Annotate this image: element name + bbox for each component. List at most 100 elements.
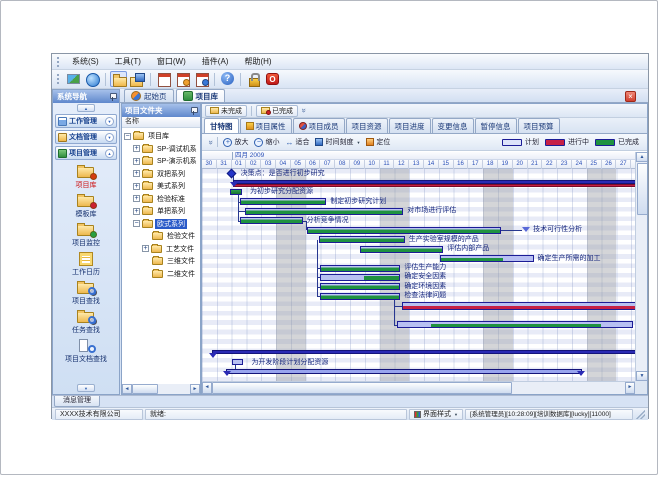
gantt-tool-放大[interactable]: +放大 <box>220 136 251 148</box>
toolbar-overflow-icon[interactable]: » <box>207 138 216 146</box>
scroll-up-icon[interactable]: ▲ <box>77 104 95 112</box>
menu-item[interactable]: 系统(S) <box>64 54 107 69</box>
sidebar-group-工作管理[interactable]: 工作管理▼ <box>55 114 117 128</box>
gantt-tab-项目成员[interactable]: 项目成员 <box>293 118 345 133</box>
sidebar-item-工作日历[interactable]: 工作日历 <box>55 251 117 279</box>
schedule-view-icon[interactable] <box>193 71 210 87</box>
scroll-thumb[interactable] <box>637 163 648 215</box>
scroll-thumb[interactable] <box>212 382 512 394</box>
gantt-tab-项目属性[interactable]: 项目属性 <box>240 118 292 133</box>
sidebar-item-模板库[interactable]: 模板库 <box>55 193 117 221</box>
menu-item[interactable]: 帮助(H) <box>236 54 279 69</box>
gantt-bar[interactable] <box>245 208 403 215</box>
menu-item[interactable]: 工具(T) <box>107 54 149 69</box>
sidebar-item-任务查找[interactable]: 任务查找 <box>55 309 117 337</box>
globe-icon[interactable] <box>84 71 101 87</box>
folder-monitor-icon[interactable] <box>129 71 146 87</box>
expand-plus-icon[interactable]: + <box>133 183 140 190</box>
tree-hscrollbar[interactable]: ◄ ► <box>122 384 200 394</box>
expand-plus-icon[interactable]: + <box>133 158 140 165</box>
expand-plus-icon[interactable]: + <box>142 245 149 252</box>
scroll-left-icon[interactable]: ◄ <box>122 384 132 394</box>
tree-item-检验文件[interactable]: 检验文件 <box>122 230 200 242</box>
interface-style-button[interactable]: 界面样式 ▼ <box>409 409 463 420</box>
expand-plus-icon[interactable]: + <box>133 170 140 177</box>
scroll-left-icon[interactable]: ◄ <box>202 382 212 394</box>
gantt-bar[interactable] <box>402 302 635 310</box>
doc-tab-起始页[interactable]: 起始页 <box>124 89 174 102</box>
tree-item-美式系列[interactable]: +美式系列 <box>122 180 200 192</box>
expand-plus-icon[interactable]: + <box>133 195 140 202</box>
scroll-thumb[interactable] <box>132 384 158 394</box>
collapse-minus-icon[interactable]: − <box>124 133 131 140</box>
gantt-bar[interactable] <box>230 189 242 195</box>
scroll-right-icon[interactable]: ► <box>190 384 200 394</box>
gantt-bar[interactable] <box>319 236 405 243</box>
tree-item-三维文件[interactable]: 三维文件 <box>122 255 200 267</box>
scroll-down-icon[interactable]: ▼ <box>636 371 648 381</box>
sidebar-item-项目文档查找[interactable]: 项目文档查找 <box>55 338 117 366</box>
sidebar-item-项目库[interactable]: 项目库 <box>55 164 117 192</box>
gantt-tab-项目进度[interactable]: 项目进度 <box>389 118 431 133</box>
pin-icon[interactable] <box>109 93 116 101</box>
gantt-tool-缩小[interactable]: −缩小 <box>251 136 282 148</box>
schedule-icon[interactable] <box>155 71 172 87</box>
gantt-bar[interactable] <box>320 274 400 281</box>
help-icon[interactable] <box>219 71 236 87</box>
collapse-minus-icon[interactable]: − <box>133 220 140 227</box>
filter-button-已完成[interactable]: 已完成 <box>256 105 298 117</box>
tree-item-SP-调试机系[interactable]: +SP-调试机系 <box>122 143 200 155</box>
gantt-bar[interactable] <box>320 293 400 300</box>
tree-column-header[interactable]: 名称 <box>122 117 200 128</box>
sidebar-item-项目监控[interactable]: 项目监控 <box>55 222 117 250</box>
chevron-down-icon[interactable]: ▼ <box>105 117 114 126</box>
chevron-down-icon[interactable]: ▼ <box>105 133 114 142</box>
gantt-tab-项目预算[interactable]: 项目预算 <box>518 118 560 133</box>
close-tab-button[interactable]: × <box>625 91 636 102</box>
gantt-bar[interactable] <box>232 359 244 365</box>
gantt-bar[interactable] <box>307 227 501 234</box>
gantt-bar[interactable] <box>440 255 533 262</box>
resize-grip[interactable] <box>635 409 645 419</box>
image-icon[interactable] <box>65 71 82 87</box>
sidebar-group-文档管理[interactable]: 文档管理▼ <box>55 130 117 144</box>
tree-item-工艺文件[interactable]: +工艺文件 <box>122 243 200 255</box>
doc-tab-项目库[interactable]: 项目库 <box>176 89 226 102</box>
schedule-edit-icon[interactable] <box>174 71 191 87</box>
gantt-tab-项目资源[interactable]: 项目资源 <box>346 118 388 133</box>
folder-icon[interactable] <box>110 71 127 87</box>
gantt-tool-时间刻度[interactable]: 时间刻度▼ <box>312 136 363 148</box>
summary-bar[interactable] <box>212 350 635 354</box>
gantt-bar[interactable] <box>397 321 632 328</box>
overflow-chevron-icon[interactable]: » <box>300 106 309 114</box>
gantt-tab-暂停信息[interactable]: 暂停信息 <box>475 118 517 133</box>
stop-icon[interactable] <box>264 71 281 87</box>
gantt-tab-甘特图[interactable]: 甘特图 <box>204 118 239 133</box>
tree-item-检验标准[interactable]: +检验标准 <box>122 193 200 205</box>
menu-item[interactable]: 插件(A) <box>194 54 237 69</box>
lock-icon[interactable] <box>245 71 262 87</box>
expand-plus-icon[interactable]: + <box>133 208 140 215</box>
gantt-tab-变更信息[interactable]: 变更信息 <box>432 118 474 133</box>
sidebar-item-项目查找[interactable]: 项目查找 <box>55 280 117 308</box>
summary-bar[interactable] <box>226 369 583 374</box>
scroll-down-icon[interactable]: ▼ <box>77 384 95 392</box>
gantt-bar[interactable] <box>360 246 443 253</box>
tree-item-SP-演示机系[interactable]: +SP-演示机系 <box>122 155 200 167</box>
gantt-hscrollbar[interactable]: ◄ ► <box>202 381 635 394</box>
message-management-tab[interactable]: 消息管理 <box>54 396 100 407</box>
gantt-bar[interactable] <box>240 198 326 205</box>
tree-item-单把系列[interactable]: +单把系列 <box>122 205 200 217</box>
gantt-bar[interactable] <box>320 265 400 272</box>
expand-plus-icon[interactable]: + <box>133 145 140 152</box>
tree-item-二维文件[interactable]: 二维文件 <box>122 268 200 280</box>
tree-item-欧式系列[interactable]: −欧式系列 <box>122 218 200 230</box>
gantt-bar[interactable] <box>320 283 400 290</box>
pin-icon[interactable] <box>190 107 197 115</box>
sidebar-group-项目管理[interactable]: 项目管理▲ <box>55 146 117 160</box>
chevron-up-icon[interactable]: ▲ <box>105 149 114 158</box>
menu-item[interactable]: 窗口(W) <box>149 54 194 69</box>
tree-item-双把系列[interactable]: +双把系列 <box>122 168 200 180</box>
deadline-triangle[interactable] <box>522 227 530 232</box>
gantt-bar[interactable] <box>240 217 302 224</box>
